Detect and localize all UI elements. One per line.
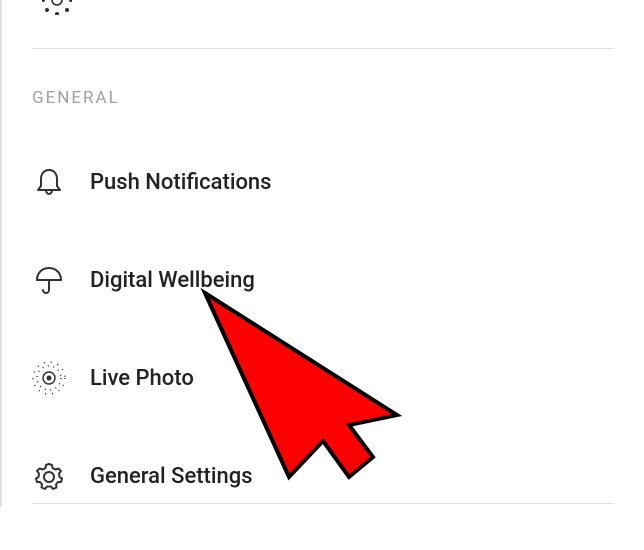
live-photo-icon bbox=[32, 361, 66, 395]
bell-icon bbox=[32, 165, 66, 199]
menu-item-general-settings[interactable]: General Settings bbox=[2, 452, 644, 500]
menu-item-live-photo[interactable]: Live Photo bbox=[2, 354, 644, 402]
menu-item-digital-wellbeing[interactable]: Digital Wellbeing bbox=[2, 256, 644, 304]
section-divider bbox=[32, 48, 614, 49]
menu-label: Live Photo bbox=[90, 366, 194, 391]
umbrella-icon bbox=[32, 263, 66, 297]
partial-row-icon bbox=[42, 0, 72, 15]
menu-item-push-notifications[interactable]: Push Notifications bbox=[2, 158, 644, 206]
section-divider-bottom bbox=[32, 503, 614, 504]
gear-icon bbox=[32, 459, 66, 493]
section-header-general: GENERAL bbox=[2, 88, 150, 108]
general-menu-list: Push Notifications Digital Wellbeing Liv… bbox=[2, 158, 644, 550]
menu-label: Digital Wellbeing bbox=[90, 268, 255, 293]
menu-label: Push Notifications bbox=[90, 170, 272, 195]
menu-label: General Settings bbox=[90, 464, 253, 489]
